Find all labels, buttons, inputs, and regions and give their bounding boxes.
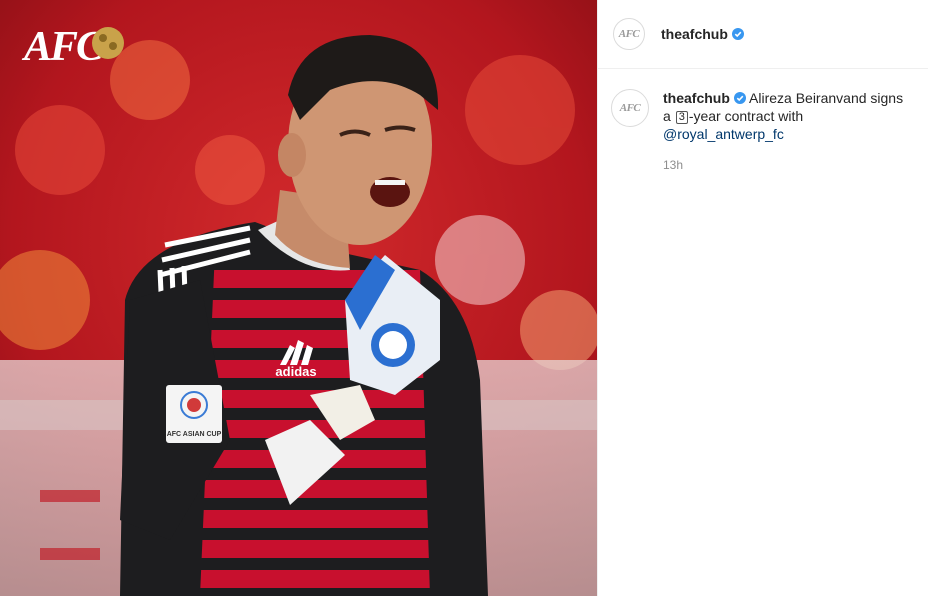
caption-username[interactable]: theafchub xyxy=(663,90,730,106)
post-modal: adidas AFC ASIAN CUP AFC AFC theafchub A… xyxy=(0,0,928,596)
caption-text-end: -year contract with xyxy=(688,108,804,124)
post-sidebar: AFC theafchub AFC theafchub Alireza Beir… xyxy=(597,0,928,596)
goalkeeper-photo: adidas AFC ASIAN CUP AFC xyxy=(0,0,597,596)
post-image[interactable]: adidas AFC ASIAN CUP AFC xyxy=(0,0,597,596)
caption-avatar[interactable]: AFC xyxy=(611,89,649,127)
avatar-logo: AFC xyxy=(619,102,641,114)
keycap-three-emoji: 3 xyxy=(675,111,688,124)
post-header: AFC theafchub xyxy=(598,0,928,69)
caption-comment: AFC theafchub Alireza Beiranvand signs a… xyxy=(598,69,928,174)
header-username[interactable]: theafchub xyxy=(661,26,728,42)
mention-link[interactable]: @royal_antwerp_fc xyxy=(663,126,784,142)
post-timestamp[interactable]: 13h xyxy=(663,156,913,174)
afc-logo-ball-icon xyxy=(92,27,124,59)
adidas-text: adidas xyxy=(275,364,316,379)
avatar-logo: AFC xyxy=(618,28,640,40)
verified-badge-icon xyxy=(733,92,746,104)
patch-text: AFC ASIAN CUP xyxy=(167,431,222,438)
avatar[interactable]: AFC xyxy=(613,18,645,50)
caption-body: theafchub Alireza Beiranvand signs a 3 -y… xyxy=(663,89,913,174)
afc-logo-text: AFC xyxy=(21,24,105,70)
verified-badge-icon xyxy=(731,28,744,40)
